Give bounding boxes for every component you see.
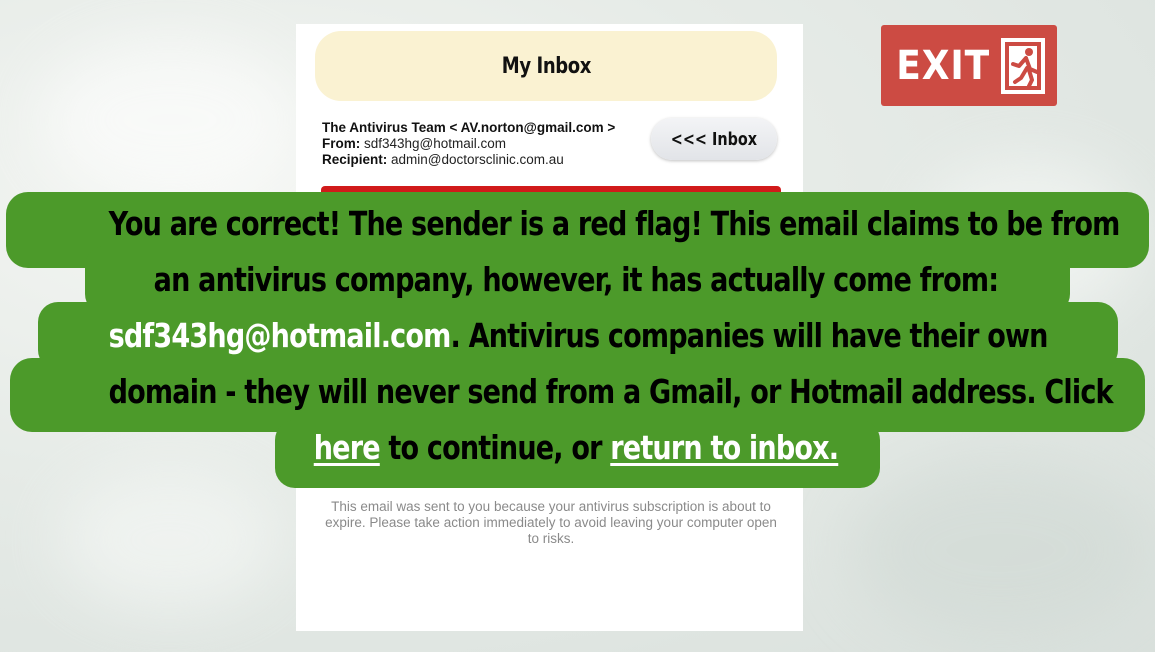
email-from-row: From: sdf343hg@hotmail.com bbox=[322, 136, 652, 152]
from-value: sdf343hg@hotmail.com bbox=[360, 136, 507, 151]
background-blotch bbox=[40, 40, 300, 200]
inbox-title: My Inbox bbox=[501, 53, 591, 79]
inbox-header: My Inbox bbox=[315, 31, 777, 101]
back-to-inbox-button[interactable]: <<< Inbox bbox=[651, 118, 777, 160]
background-blotch bbox=[920, 160, 1140, 320]
continue-link[interactable]: here bbox=[314, 428, 381, 467]
alert-banner bbox=[321, 186, 781, 200]
background-blotch bbox=[850, 460, 1150, 640]
recipient-label: Recipient: bbox=[322, 152, 388, 167]
email-panel: My Inbox The Antivirus Team < AV.norton@… bbox=[296, 24, 803, 631]
exit-button[interactable]: EXIT bbox=[881, 25, 1057, 106]
email-recipient-row: Recipient: admin@doctorsclinic.com.au bbox=[322, 152, 652, 168]
page-background: My Inbox The Antivirus Team < AV.norton@… bbox=[0, 0, 1155, 652]
email-footer-note: This email was sent to you because your … bbox=[325, 499, 777, 546]
recipient-value: admin@doctorsclinic.com.au bbox=[387, 152, 564, 167]
emergency-exit-icon bbox=[1001, 37, 1046, 94]
background-blotch bbox=[60, 470, 280, 610]
back-to-inbox-label: <<< Inbox bbox=[670, 128, 758, 150]
return-to-inbox-link[interactable]: return to inbox. bbox=[610, 428, 839, 467]
email-sender: The Antivirus Team < AV.norton@gmail.com… bbox=[322, 120, 616, 135]
email-meta: The Antivirus Team < AV.norton@gmail.com… bbox=[322, 120, 652, 168]
from-label: From: bbox=[322, 136, 361, 151]
exit-label: EXIT bbox=[896, 42, 990, 89]
